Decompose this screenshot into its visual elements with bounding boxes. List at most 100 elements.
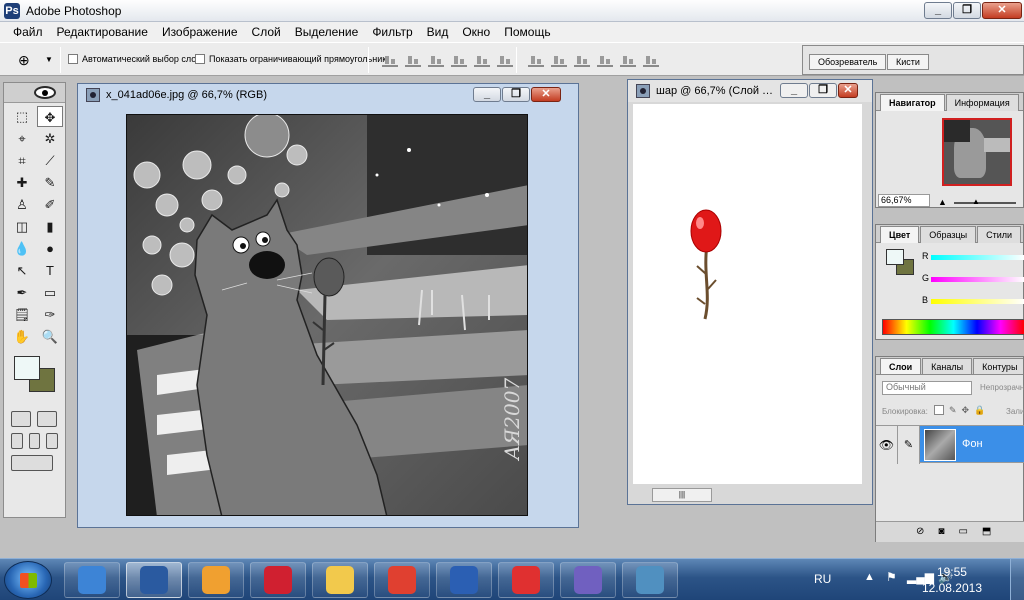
taskbar-button-file-explorer[interactable] (312, 562, 368, 598)
taskbar-button-mail-app[interactable] (64, 562, 120, 598)
taskbar-button-image-viewer[interactable] (622, 562, 678, 598)
foreground-color-swatch[interactable] (14, 356, 40, 380)
path-selection-tool-icon[interactable]: ↖ (9, 260, 35, 281)
align-bottom-icon[interactable] (428, 53, 444, 67)
tab-layers[interactable]: Слои (880, 358, 922, 374)
zoom-slider[interactable] (954, 202, 1016, 204)
menu-help[interactable]: Помощь (497, 25, 557, 39)
restore-button[interactable]: ❐ (953, 2, 981, 19)
red-channel-slider[interactable] (931, 255, 1024, 260)
layer-style-icon[interactable]: ⊘ (916, 526, 924, 542)
align-vcenter-icon[interactable] (405, 53, 421, 67)
layer-brush-icon[interactable]: ✎ (898, 426, 920, 464)
lock-move-icon[interactable]: ✥ (962, 405, 970, 416)
tab-navigator[interactable]: Навигатор (880, 94, 945, 111)
distribute-bottom-icon[interactable] (574, 53, 590, 67)
menu-select[interactable]: Выделение (288, 25, 366, 39)
menu-filter[interactable]: Фильтр (365, 25, 419, 39)
toolbox-header[interactable] (4, 83, 65, 103)
action-center-flag-icon[interactable]: ⚑ (886, 570, 897, 584)
close-button[interactable]: ✕ (838, 83, 858, 98)
tab-paths[interactable]: Контуры (973, 358, 1023, 374)
tab-channels[interactable]: Каналы (922, 358, 973, 374)
tab-color[interactable]: Цвет (880, 226, 920, 243)
checkbox-box[interactable] (195, 54, 205, 64)
blue-channel-slider[interactable] (931, 299, 1024, 304)
show-desktop-button[interactable] (1010, 559, 1024, 600)
new-group-icon[interactable]: ▭ (958, 526, 967, 542)
magic-wand-tool-icon[interactable]: ✲ (37, 128, 63, 149)
menu-edit[interactable]: Редактирование (50, 25, 155, 39)
zoom-tool-icon[interactable]: 🔍 (37, 326, 63, 347)
tool-preset-dropdown-icon[interactable]: ▼ (45, 55, 53, 64)
menu-window[interactable]: Окно (455, 25, 497, 39)
green-channel-slider[interactable] (931, 277, 1024, 282)
document-canvas-balloon[interactable] (633, 104, 862, 484)
type-tool-icon[interactable]: T (37, 260, 63, 281)
marquee-tool-icon[interactable]: ⬚ (9, 106, 35, 127)
gradient-tool-icon[interactable]: ▮ (37, 216, 63, 237)
lock-brush-icon[interactable]: ✎ (949, 405, 957, 416)
layer-visibility-eye-icon[interactable]: 👁 (876, 426, 898, 464)
auto-select-checkbox[interactable]: Автоматический выбор слоя (68, 54, 201, 64)
pen-tool-icon[interactable]: ✒ (9, 282, 35, 303)
taskbar-button-yandex-browser[interactable] (498, 562, 554, 598)
close-button[interactable]: ✕ (531, 87, 561, 102)
taskbar-button-photoshop-app[interactable] (126, 562, 182, 598)
shape-tool-icon[interactable]: ▭ (37, 282, 63, 303)
move-tool-icon[interactable]: ⊕ (18, 52, 30, 69)
dodge-tool-icon[interactable]: ● (37, 238, 63, 259)
taskbar-button-heart-app[interactable] (250, 562, 306, 598)
clock[interactable]: 19:55 12.08.2013 (922, 564, 982, 596)
move-tool-icon[interactable]: ✥ (37, 106, 63, 127)
distribute-hcenter-icon[interactable] (620, 53, 636, 67)
jump-to-imageready-button[interactable] (11, 455, 53, 471)
menu-view[interactable]: Вид (420, 25, 456, 39)
align-hcenter-icon[interactable] (474, 53, 490, 67)
tab-info[interactable]: Информация (945, 94, 1019, 111)
checkbox-box[interactable] (68, 54, 78, 64)
distribute-left-icon[interactable] (597, 53, 613, 67)
taskbar-button-word[interactable] (436, 562, 492, 598)
color-spectrum-ramp[interactable] (882, 319, 1024, 335)
zoom-slider-handle[interactable]: ▲ (972, 197, 980, 206)
history-brush-tool-icon[interactable]: ✐ (37, 194, 63, 215)
align-left-icon[interactable] (451, 53, 467, 67)
screen-mode-full-menu-button[interactable] (28, 433, 41, 449)
eyedropper-tool-icon[interactable]: ✑ (37, 304, 63, 325)
show-bounding-box-checkbox[interactable]: Показать ограничивающий прямоугольник (195, 54, 386, 64)
tab-swatches[interactable]: Образцы (920, 226, 977, 243)
brush-tool-icon[interactable]: ✎ (37, 172, 63, 193)
taskbar-button-chrome[interactable] (374, 562, 430, 598)
distribute-right-icon[interactable] (643, 53, 659, 67)
notes-tool-icon[interactable]: 🗒 (9, 304, 35, 325)
menu-layer[interactable]: Слой (245, 25, 288, 39)
distribute-vcenter-icon[interactable] (551, 53, 567, 67)
lasso-tool-icon[interactable]: ⌖ (9, 128, 35, 149)
lock-all-icon[interactable]: 🔒 (974, 405, 985, 416)
navigator-thumbnail[interactable] (942, 118, 1012, 186)
new-layer-icon[interactable]: ⬒ (982, 526, 991, 542)
blur-tool-icon[interactable]: 💧 (9, 238, 35, 259)
tab-file-browser[interactable]: Обозреватель (809, 54, 887, 70)
show-hidden-icons-icon[interactable]: ▲ (864, 571, 875, 583)
minimize-button[interactable]: _ (780, 83, 808, 98)
lock-transparency-icon[interactable] (934, 405, 944, 415)
tab-brushes[interactable]: Кисти (887, 54, 929, 70)
restore-button[interactable]: ❐ (502, 87, 530, 102)
start-button[interactable] (4, 561, 52, 599)
color-panel-foreground-swatch[interactable] (886, 249, 904, 265)
taskbar-button-spider-app[interactable] (560, 562, 616, 598)
menu-image[interactable]: Изображение (155, 25, 245, 39)
eraser-tool-icon[interactable]: ◫ (9, 216, 35, 237)
crop-tool-icon[interactable]: ⌗ (9, 150, 35, 171)
zoom-field[interactable]: 66,67% (878, 194, 930, 207)
taskbar-button-media-player[interactable] (188, 562, 244, 598)
slice-tool-icon[interactable]: ⟋ (37, 150, 63, 171)
minimize-button[interactable]: _ (924, 2, 952, 19)
horizontal-scrollbar-thumb[interactable]: ||| (652, 488, 712, 502)
healing-brush-tool-icon[interactable]: ✚ (9, 172, 35, 193)
restore-button[interactable]: ❐ (809, 83, 837, 98)
hand-tool-icon[interactable]: ✋ (9, 326, 35, 347)
standard-mode-button[interactable] (11, 411, 31, 427)
